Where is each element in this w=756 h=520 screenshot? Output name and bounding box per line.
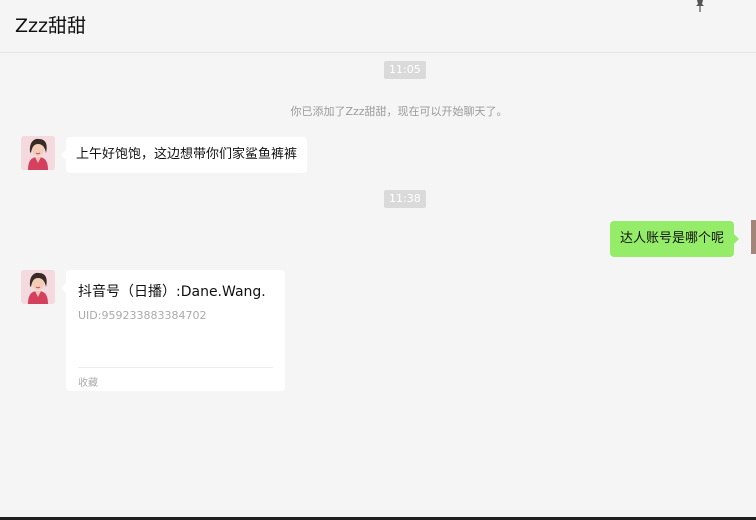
contact-avatar[interactable]: [21, 136, 55, 170]
chat-title: Zzz甜甜: [15, 15, 86, 37]
chat-header: Zzz甜甜: [0, 0, 756, 53]
card-title: 抖音号（日播）:Dane.Wang.: [78, 284, 266, 300]
pin-icon[interactable]: [693, 0, 707, 12]
card-uid: UID:959233883384702: [78, 309, 207, 322]
timestamp-badge: 11:38: [384, 190, 426, 208]
woman-avatar-icon: [21, 136, 55, 170]
timestamp-badge: 11:05: [384, 61, 426, 79]
card-divider: [78, 367, 273, 368]
message-bubble-incoming[interactable]: 上午好饱饱，这边想带你们家鲨鱼裤裤: [60, 137, 308, 173]
message-bubble-outgoing[interactable]: 达人账号是哪个呢: [610, 221, 740, 257]
woman-avatar-icon: [21, 270, 55, 304]
card-footer-label: 收藏: [78, 378, 98, 389]
system-notice: 你已添加了Zzz甜甜，现在可以开始聊天了。: [290, 105, 508, 118]
shared-card-message[interactable]: 抖音号（日播）:Dane.Wang. UID:959233883384702 收…: [61, 270, 285, 391]
contact-avatar[interactable]: [21, 270, 55, 304]
self-avatar[interactable]: [751, 220, 756, 254]
